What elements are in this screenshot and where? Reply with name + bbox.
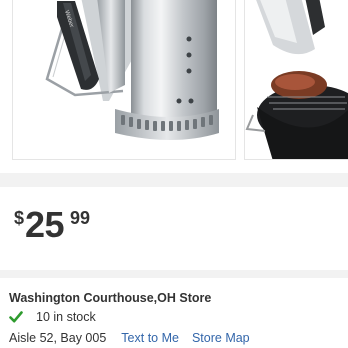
store-availability: Washington Courthouse,OH Store 10 in sto… [0,278,348,348]
store-name: Washington Courthouse,OH Store [9,291,212,305]
text-to-me-link[interactable]: Text to Me [121,331,179,345]
section-divider [0,173,348,187]
stock-status: 10 in stock [9,309,96,325]
price-dollars: 25 [25,204,65,245]
section-divider [0,270,348,278]
stock-count: 10 in stock [36,310,96,324]
chimney-starter-illustration: Weber [45,0,219,140]
store-map-link[interactable]: Store Map [192,331,250,345]
chimney-starter-product-photo[interactable]: Weber [12,0,236,160]
aisle-bay-location: Aisle 52, Bay 005 [9,331,107,345]
price-section: $ 25 99 [0,187,348,270]
product-image-gallery[interactable]: Weber [0,0,348,173]
chimney-starter-in-use-photo[interactable] [244,0,348,160]
grill-scene-illustration [245,0,348,159]
price-cents: 99 [70,208,91,228]
price-currency-symbol: $ [14,208,25,228]
check-icon [9,310,23,324]
store-location-row: Aisle 52, Bay 005 Text to Me Store Map [9,331,250,345]
